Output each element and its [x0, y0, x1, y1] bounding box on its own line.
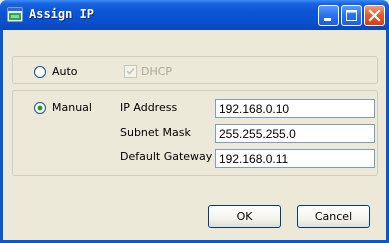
cancel-button[interactable]: Cancel — [297, 205, 370, 228]
close-button[interactable] — [364, 5, 385, 26]
subnet-mask-field[interactable]: 255.255.255.0 — [215, 124, 375, 143]
title-bar[interactable]: Assign IP — [0, 0, 389, 30]
ip-address-field[interactable]: 192.168.0.10 — [215, 99, 375, 118]
auto-label[interactable]: Auto — [52, 65, 78, 78]
window-title: Assign IP — [29, 7, 95, 21]
manual-label[interactable]: Manual — [52, 101, 92, 114]
ip-address-label: IP Address — [120, 101, 178, 114]
ok-button[interactable]: OK — [208, 205, 281, 228]
assign-ip-dialog: Assign IP Auto DHCP Manual IP Address 19… — [0, 0, 389, 243]
maximize-button[interactable] — [341, 5, 362, 26]
network-app-icon — [7, 7, 23, 22]
dhcp-label: DHCP — [141, 65, 173, 78]
minimize-button[interactable] — [318, 5, 339, 26]
dhcp-checkbox[interactable] — [124, 65, 137, 78]
auto-radio[interactable] — [34, 66, 46, 78]
maximize-icon — [346, 10, 357, 21]
minimize-icon — [324, 18, 331, 21]
manual-radio[interactable] — [34, 102, 46, 114]
dialog-body: Auto DHCP Manual IP Address 192.168.0.10… — [3, 30, 386, 240]
default-gateway-field[interactable]: 192.168.0.11 — [215, 149, 375, 168]
close-icon — [368, 9, 381, 22]
default-gateway-label: Default Gateway — [120, 150, 213, 163]
subnet-mask-label: Subnet Mask — [120, 126, 191, 139]
